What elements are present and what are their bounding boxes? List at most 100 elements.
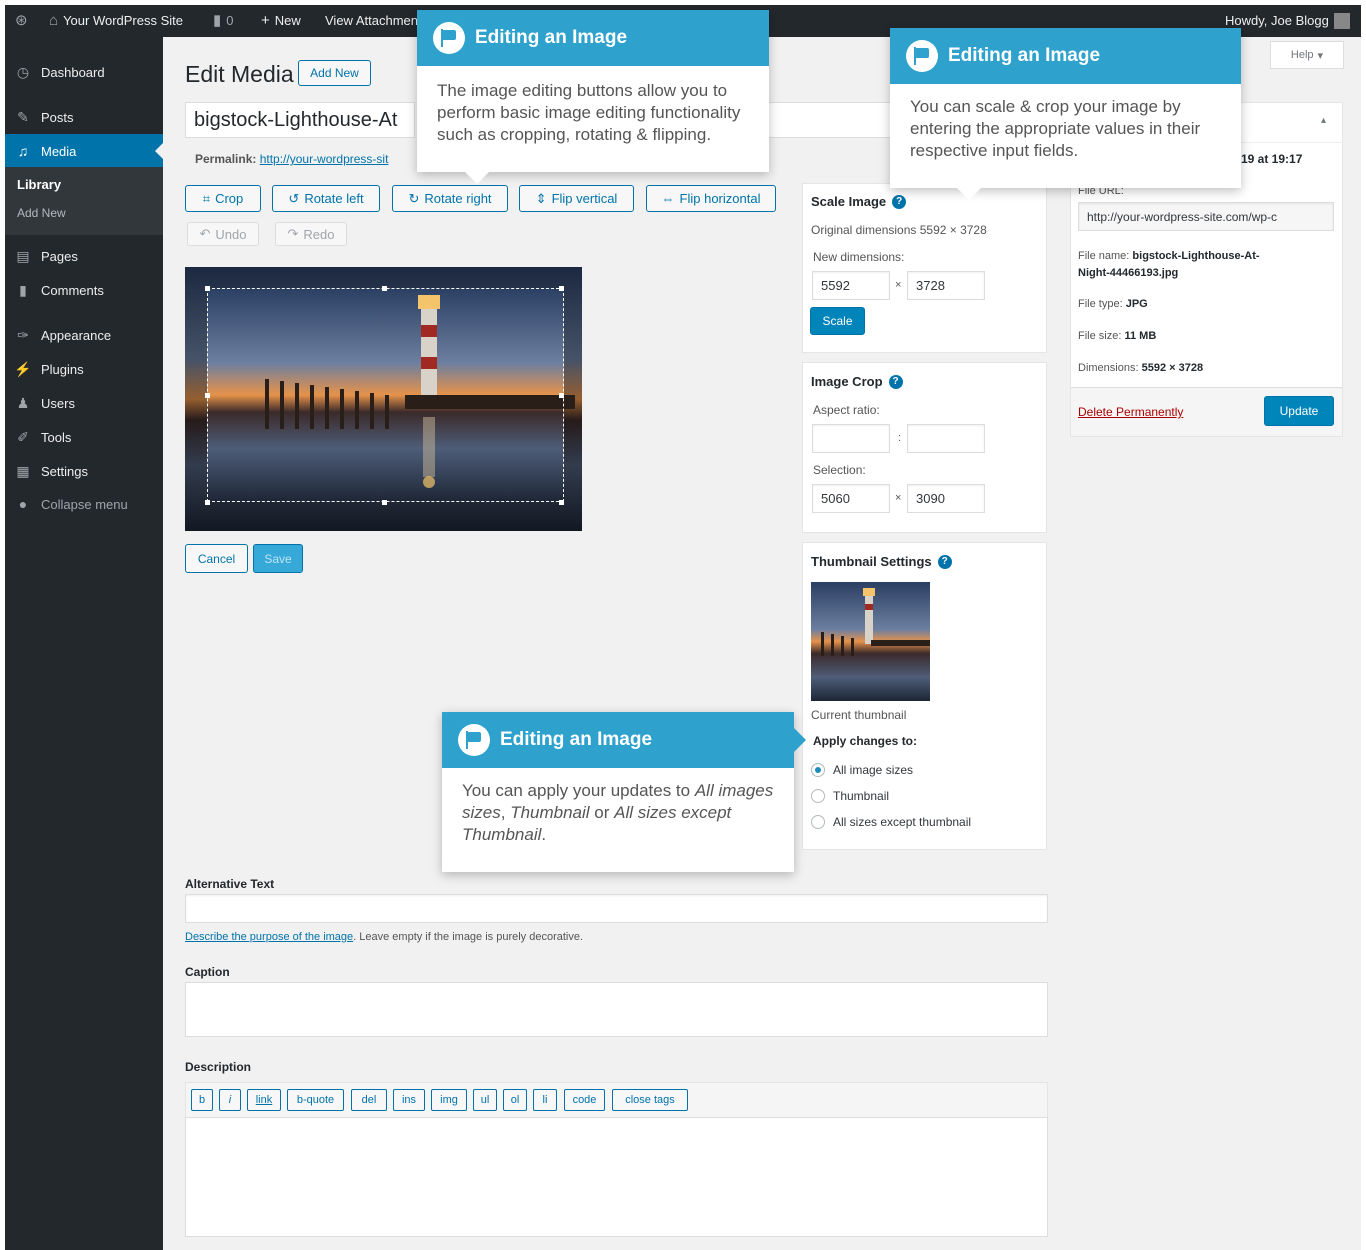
users-icon: ♟ [16,394,30,411]
thumbnail-settings-title: Thumbnail Settings? [811,554,952,569]
chevron-up-icon[interactable]: ▴ [1321,115,1326,126]
selection-height-input[interactable]: 3090 [907,484,985,513]
sidebar-item-media[interactable]: ♫ Media [5,134,163,168]
comments-link[interactable]: ▮ 0 [213,5,234,37]
describe-purpose-link[interactable]: Describe the purpose of the image [185,931,353,943]
quicktag-code-button[interactable]: code [564,1089,605,1111]
aspect-ratio-width-input[interactable] [812,424,890,453]
flag-icon [458,724,490,756]
title-field[interactable]: bigstock-Lighthouse-At [185,102,415,138]
flip-vertical-button[interactable]: ⇕ Flip vertical [519,185,634,212]
crop-handle[interactable] [382,500,387,505]
quicktag-close-tags-button[interactable]: close tags [612,1089,688,1111]
sidebar-item-posts[interactable]: ✎ Posts [5,100,163,134]
crop-handle[interactable] [205,393,210,398]
quicktag-bquote-button[interactable]: b-quote [287,1089,344,1111]
admin-sidebar: ◷ Dashboard ✎ Posts ♫ Media Library Add New… [5,37,163,1250]
description-label: Description [185,1060,252,1074]
radio-thumbnail[interactable]: Thumbnail [811,789,889,803]
flip-horizontal-button[interactable]: ⇔ Flip horizontal [646,185,776,212]
crop-selection[interactable] [207,288,564,502]
crop-handle[interactable] [559,500,564,505]
crop-handle[interactable] [559,286,564,291]
avatar [1333,13,1350,29]
submenu-library[interactable]: Library [5,171,163,199]
quicktag-li-button[interactable]: li [533,1089,557,1111]
crop-button[interactable]: ⌗ Crop [185,185,261,212]
selection-label: Selection: [813,463,866,477]
wordpress-logo-icon[interactable]: ⊛ [15,5,28,37]
aspect-ratio-height-input[interactable] [907,424,985,453]
rotate-right-button[interactable]: ↻ Rotate right [392,185,508,212]
flip-vertical-icon: ⇕ [535,190,547,206]
scale-image-title: Scale Image? [811,194,907,209]
scale-width-input[interactable]: 5592 [812,271,890,300]
pin-icon: ✎ [17,108,29,125]
quicktag-italic-button[interactable]: i [219,1089,241,1111]
alt-text-input[interactable] [185,894,1048,923]
quicktag-img-button[interactable]: img [431,1089,467,1111]
description-textarea[interactable] [185,1117,1048,1237]
rotate-left-button[interactable]: ↺ Rotate left [272,185,380,212]
cancel-button[interactable]: Cancel [185,544,248,573]
delete-permanently-link[interactable]: Delete Permanently [1078,405,1183,419]
quicktag-link-button[interactable]: link [247,1089,281,1111]
new-content-link[interactable]: + New [261,5,301,37]
crop-handle[interactable] [559,393,564,398]
wp-admin-frame: ⊛ ⌂ Your WordPress Site ▮ 0 + New View Atta… [5,5,1361,1250]
file-url-input[interactable]: http://your-wordpress-site.com/wp-c [1078,202,1334,231]
redo-button[interactable]: ↷ Redo [275,222,347,246]
radio-button[interactable] [811,789,825,803]
sidebar-item-users[interactable]: ♟ Users [5,386,163,420]
caption-textarea[interactable] [185,982,1048,1037]
crop-handle[interactable] [382,286,387,291]
site-name-link[interactable]: ⌂ Your WordPress Site [49,5,183,37]
sidebar-item-dashboard[interactable]: ◷ Dashboard [5,55,163,89]
quicktag-del-button[interactable]: del [351,1089,387,1111]
scale-button[interactable]: Scale [810,307,865,335]
quicktag-ins-button[interactable]: ins [393,1089,425,1111]
permalink-link[interactable]: http://your-wordpress-sit [260,152,389,166]
pointer-apply-changes: Editing an Image You can apply your upda… [442,712,794,872]
help-icon[interactable]: ? [888,374,903,389]
sidebar-item-plugins[interactable]: ⚡ Plugins [5,352,163,386]
radio-all-image-sizes[interactable]: All image sizes [811,763,913,777]
times-symbol: × [895,492,902,504]
sidebar-item-appearance[interactable]: ✑ Appearance [5,318,163,352]
update-button[interactable]: Update [1264,396,1334,426]
submenu-add-new[interactable]: Add New [5,199,163,227]
quicktag-bold-button[interactable]: b [191,1089,213,1111]
undo-button[interactable]: ↶ Undo [187,222,259,246]
crop-handle[interactable] [205,500,210,505]
pointer-arrow [794,728,806,752]
crop-handle[interactable] [205,286,210,291]
selection-width-input[interactable]: 5060 [812,484,890,513]
sidebar-item-settings[interactable]: ▦ Settings [5,454,163,488]
media-submenu: Library Add New [5,167,163,235]
sidebar-item-tools[interactable]: ✐ Tools [5,420,163,454]
my-account-link[interactable]: Howdy, Joe Blogg [1225,5,1350,37]
undo-icon: ↶ [199,226,211,241]
help-icon[interactable]: ? [892,194,907,209]
pointer-body: The image editing buttons allow you to p… [437,81,741,144]
quicktag-ol-button[interactable]: ol [503,1089,527,1111]
sidebar-item-comments[interactable]: ▮ Comments [5,273,163,307]
save-button[interactable]: Save [253,544,303,573]
quicktag-ul-button[interactable]: ul [473,1089,497,1111]
help-icon[interactable]: ? [937,554,952,569]
radio-button[interactable] [811,815,825,829]
help-tab[interactable]: Help ▾ [1270,41,1344,69]
times-symbol: × [895,279,902,291]
dashboard-icon: ◷ [16,63,30,80]
view-attachment-link[interactable]: View Attachment [325,5,422,37]
add-new-button[interactable]: Add New [298,60,371,86]
radio-all-sizes-except-thumbnail[interactable]: All sizes except thumbnail [811,815,971,829]
collapse-menu-button[interactable]: ● Collapse menu [5,487,163,521]
flag-icon [433,22,465,54]
wrench-icon: ✐ [17,428,29,445]
radio-button[interactable] [811,763,825,777]
apply-changes-label: Apply changes to: [813,734,918,748]
scale-height-input[interactable]: 3728 [907,271,985,300]
sidebar-item-pages[interactable]: ▤ Pages [5,239,163,273]
image-preview[interactable] [185,267,582,531]
